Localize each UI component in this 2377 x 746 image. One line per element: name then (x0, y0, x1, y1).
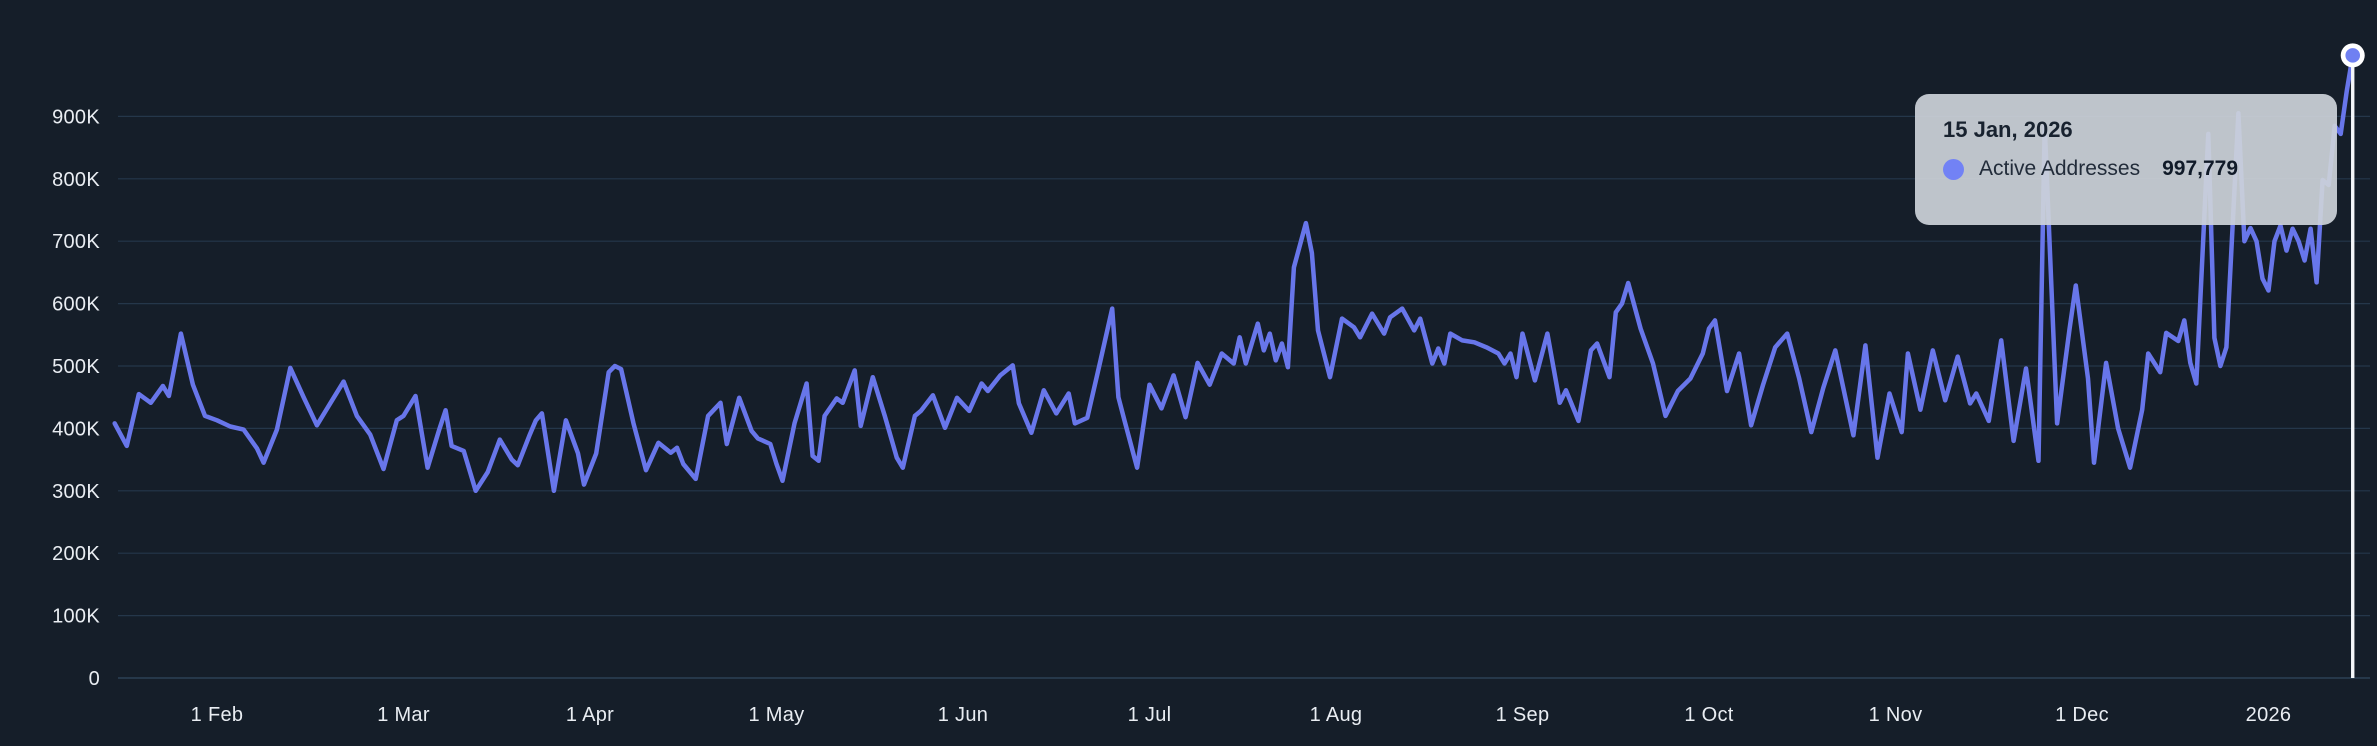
y-tick-label: 900K (52, 106, 100, 128)
x-tick-label: 1 Dec (2055, 704, 2109, 726)
x-tick-label: 1 Sep (1496, 704, 1550, 726)
y-tick-label: 400K (52, 418, 100, 440)
chart-tooltip: 15 Jan, 2026 Active Addresses 997,779 (1915, 94, 2337, 225)
tooltip-series-row: Active Addresses 997,779 (1943, 157, 2309, 181)
y-axis-labels: 0 100K 200K 300K 400K 500K 600K 700K 800K 900K (52, 106, 100, 690)
x-axis-labels: 1 Feb 1 Mar 1 Apr 1 May 1 Jun 1 Jul 1 Aug 1 Sep… (191, 704, 2292, 726)
x-tick-label: 1 Feb (191, 704, 244, 726)
x-tick-label: 1 Aug (1310, 704, 1363, 726)
y-tick-label: 300K (52, 481, 100, 503)
x-tick-label: 1 Jul (1128, 704, 1172, 726)
x-tick-label: 1 Nov (1869, 704, 1923, 726)
hover-marker (2341, 43, 2365, 67)
x-tick-label: 1 Oct (1684, 704, 1733, 726)
x-tick-label: 1 Mar (377, 704, 430, 726)
y-tick-label: 100K (52, 606, 100, 628)
tooltip-date: 15 Jan, 2026 (1943, 117, 2309, 143)
y-tick-label: 0 (89, 668, 100, 690)
y-tick-label: 200K (52, 543, 100, 565)
x-tick-label: 1 Apr (566, 704, 614, 726)
x-tick-label: 2026 (2246, 704, 2292, 726)
y-tick-label: 700K (52, 231, 100, 253)
x-tick-label: 1 Jun (938, 704, 988, 726)
y-tick-label: 600K (52, 294, 100, 316)
active-addresses-chart-panel: 0 100K 200K 300K 400K 500K 600K 700K 800K 900K 1 F… (0, 0, 2377, 746)
series-dot-icon (1943, 159, 1964, 180)
tooltip-series-label: Active Addresses (1979, 157, 2140, 181)
x-tick-label: 1 May (749, 704, 805, 726)
y-tick-label: 500K (52, 356, 100, 378)
y-tick-label: 800K (52, 169, 100, 191)
tooltip-value: 997,779 (2162, 157, 2238, 181)
